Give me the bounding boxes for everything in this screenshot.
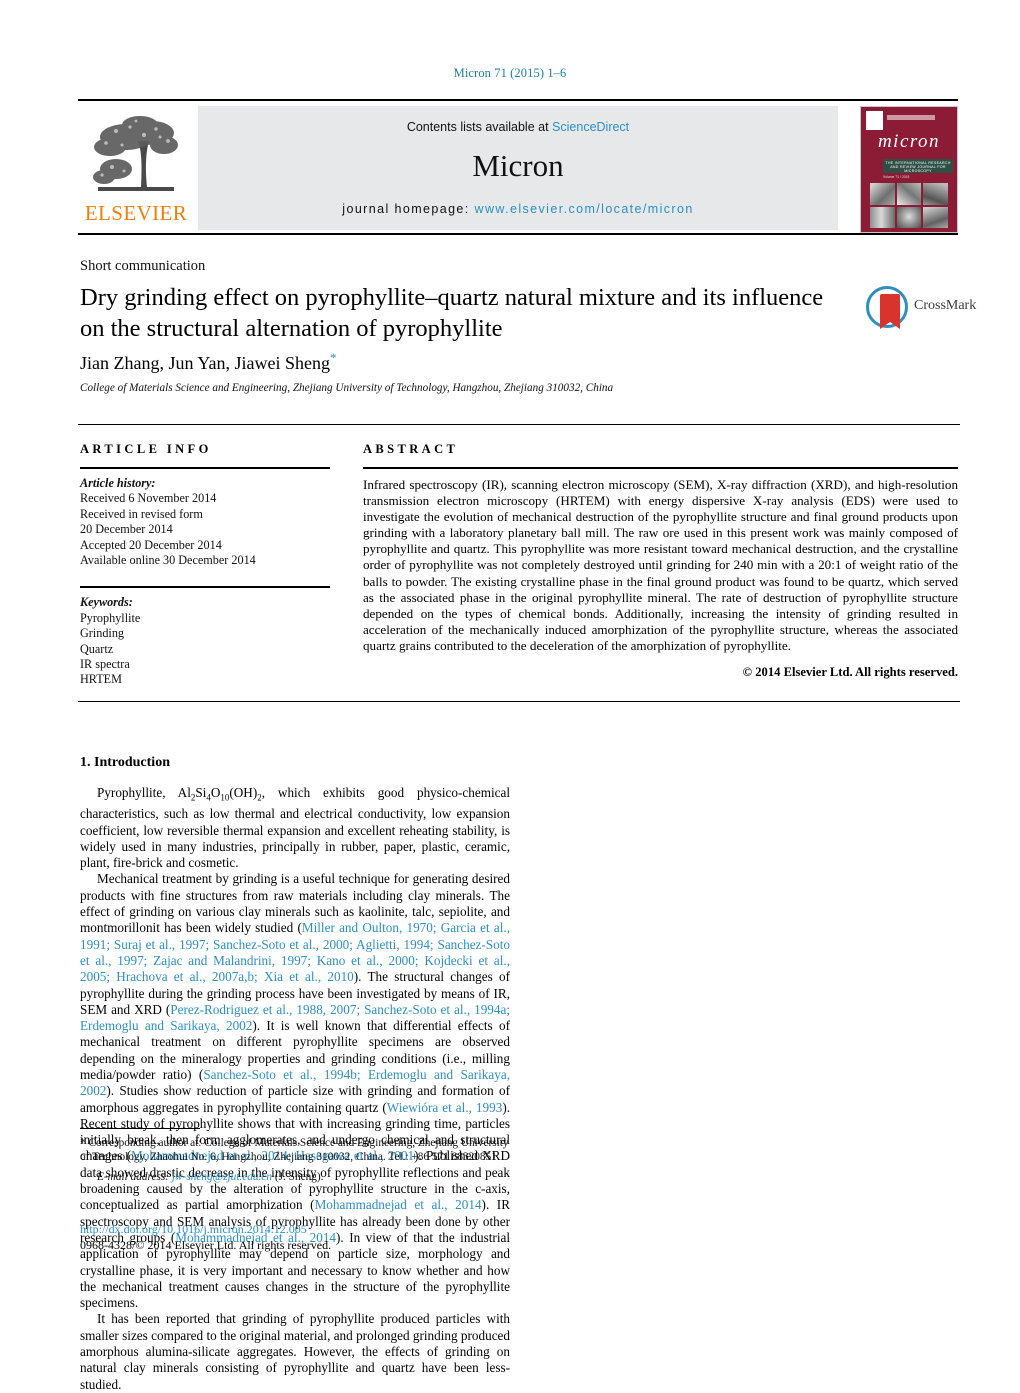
cover-journal-title: micron — [877, 131, 941, 152]
section-heading-introduction: 1. Introduction — [80, 755, 170, 770]
paragraph-1: Pyrophyllite, Al2Si4O10(OH)2, which exhi… — [80, 785, 510, 871]
abstract-rule — [363, 467, 958, 469]
abstract-text: Infrared spectroscopy (IR), scanning ele… — [363, 477, 958, 653]
footnote-text: * Corresponding author at: College of Ma… — [80, 1137, 509, 1164]
citation-link[interactable]: Wiewióra et al., 1993 — [387, 1100, 503, 1115]
paragraph-3: It has been reported that grinding of py… — [80, 1311, 510, 1392]
crossmark-book-icon — [880, 294, 900, 329]
cover-image-cell — [896, 206, 922, 228]
info-abstract-band: ARTICLE INFO Article history: Received 6… — [78, 424, 960, 704]
journal-cover-thumbnail[interactable]: micron THE INTERNATIONAL RESEARCH AND RE… — [860, 106, 958, 233]
issn-copyright: 0968-4328/© 2014 Elsevier Ltd. All right… — [80, 1237, 332, 1252]
cover-image-cell — [870, 183, 895, 205]
author-names: Jian Zhang, Jun Yan, Jiawei Sheng — [80, 353, 330, 373]
page-title: Dry grinding effect on pyrophyllite–quar… — [80, 284, 824, 342]
homepage-label: journal homepage: — [342, 202, 470, 216]
article-history-label: Article history: — [80, 476, 156, 490]
running-head: Micron 71 (2015) 1–6 — [453, 66, 567, 80]
cover-elsevier-mark — [866, 111, 883, 130]
footnote-rule — [80, 1128, 200, 1129]
article-history: Article history: Received 6 November 201… — [80, 476, 330, 568]
para1-part-b: Si — [195, 785, 207, 801]
contents-available-line: Contents lists available at ScienceDirec… — [198, 120, 838, 134]
corresponding-author-marker[interactable]: * — [330, 350, 337, 365]
history-item: Received 6 November 2014 — [80, 491, 217, 506]
email-link[interactable]: jw-sheng@zjut.edu.cn — [172, 1171, 272, 1183]
journal-title: Micron — [472, 148, 564, 183]
corresponding-author-footnote: * Corresponding author at: College of Ma… — [80, 1128, 510, 1185]
history-item: Received in revised form — [80, 506, 203, 521]
history-item: 20 December 2014 — [80, 522, 173, 537]
para1-part-d: (OH) — [229, 785, 258, 801]
keyword-item: HRTEM — [80, 672, 122, 687]
affiliation: College of Materials Science and Enginee… — [80, 382, 614, 394]
elsevier-tree-icon — [93, 116, 178, 191]
sciencedirect-link[interactable]: ScienceDirect — [552, 120, 629, 134]
keywords-list: Keywords: Pyrophyllite Grinding Quartz I… — [80, 595, 330, 687]
band-bottom-rule — [78, 701, 960, 702]
abstract-copyright: © 2014 Elsevier Ltd. All rights reserved… — [742, 665, 958, 680]
elsevier-logo[interactable]: ELSEVIER — [80, 109, 190, 231]
homepage-url-link[interactable]: www.elsevier.com/locate/micron — [475, 202, 694, 216]
crossmark-circle-icon — [866, 286, 908, 329]
doi-block: http://dx.doi.org/10.1016/j.micron.2014.… — [80, 1222, 510, 1253]
masthead-bottom-rule — [78, 233, 958, 235]
citation-link[interactable]: Mohammadnejad et al., 2014 — [315, 1197, 482, 1212]
body-column-left: 1. Introduction Pyrophyllite, Al2Si4O10(… — [80, 755, 510, 1393]
history-item: Available online 30 December 2014 — [80, 553, 256, 568]
author-list: Jian Zhang, Jun Yan, Jiawei Sheng* — [80, 350, 840, 374]
email-owner: (J. Sheng). — [274, 1171, 324, 1184]
keyword-item: IR spectra — [80, 657, 130, 672]
keyword-item: Pyrophyllite — [80, 610, 141, 625]
cover-subtitle-band: THE INTERNATIONAL RESEARCH AND REVIEW JO… — [883, 159, 953, 173]
cover-image-cell — [896, 183, 922, 205]
crossmark-badge[interactable]: CrossMark — [864, 283, 976, 335]
band-top-rule — [78, 424, 960, 425]
cover-image-cell — [923, 183, 948, 205]
cover-image-cell — [923, 206, 948, 228]
article-page: Micron 71 (2015) 1–6 ELSEVIER Contents l… — [0, 0, 1020, 1392]
crossmark-label: CrossMark — [914, 298, 977, 313]
keywords-rule — [80, 586, 330, 589]
contents-label: Contents lists available at — [406, 120, 549, 134]
cover-image-cell — [870, 206, 895, 228]
article-info-rule — [80, 467, 330, 469]
journal-homepage-line: journal homepage: www.elsevier.com/locat… — [198, 202, 838, 216]
abstract-heading: ABSTRACT — [363, 442, 459, 456]
cover-image-grid — [870, 183, 948, 228]
article-info-heading: ARTICLE INFO — [80, 442, 212, 456]
doi-link[interactable]: http://dx.doi.org/10.1016/j.micron.2014.… — [80, 1222, 510, 1238]
journal-masthead: ELSEVIER Contents lists available at Sci… — [78, 99, 958, 235]
elsevier-wordmark: ELSEVIER — [84, 201, 188, 225]
keywords-label: Keywords: — [80, 595, 133, 610]
cover-band-text: THE INTERNATIONAL RESEARCH AND REVIEW JO… — [885, 161, 951, 173]
email-label: E-mail address: — [97, 1171, 170, 1184]
cover-volume-text: Volume 71 / 2015 — [883, 175, 910, 179]
journal-banner: Contents lists available at ScienceDirec… — [198, 106, 838, 230]
abstract-column: ABSTRACT Infrared spectroscopy (IR), sca… — [363, 442, 958, 680]
keyword-item: Grinding — [80, 626, 125, 641]
article-type: Short communication — [80, 258, 206, 274]
keyword-item: Quartz — [80, 641, 114, 656]
footnote-email-line: E-mail address: jw-sheng@zjut.edu.cn (J.… — [80, 1170, 510, 1184]
para1-part-c: O — [210, 785, 221, 801]
para1-part-a: Pyrophyllite, Al — [97, 785, 191, 801]
cover-elsevier-text — [887, 115, 935, 120]
article-info-column: ARTICLE INFO Article history: Received 6… — [80, 442, 330, 688]
masthead-top-rule — [78, 99, 958, 101]
history-item: Accepted 20 December 2014 — [80, 537, 222, 552]
